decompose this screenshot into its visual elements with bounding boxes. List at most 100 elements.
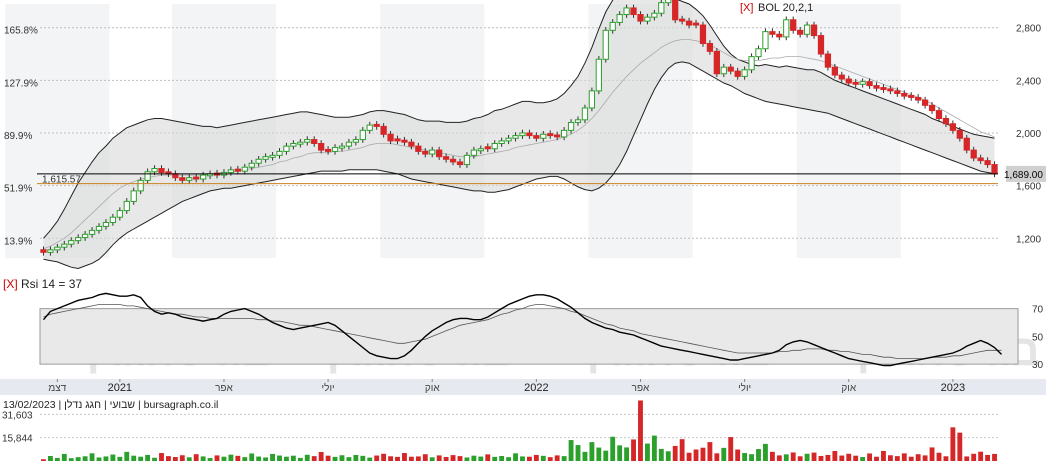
- volume-bar: [818, 455, 824, 461]
- volume-bar: [894, 456, 900, 461]
- volume-bar: [235, 455, 241, 461]
- candle-up: [581, 107, 589, 121]
- candle-down: [852, 81, 859, 85]
- volume-bar: [506, 457, 512, 461]
- volume-bar: [735, 449, 741, 461]
- candle-up: [609, 21, 616, 31]
- candle-down: [318, 143, 325, 151]
- candle-down: [928, 104, 936, 112]
- price-tick-label: 2,000: [1016, 129, 1041, 140]
- candle-up: [783, 19, 790, 38]
- volume-bar: [853, 455, 859, 461]
- rsi-close-button[interactable]: [X]: [3, 277, 18, 291]
- candle-up: [859, 81, 866, 85]
- volume-bar: [797, 456, 803, 461]
- volume-bar: [978, 451, 984, 461]
- candle-up: [665, 0, 672, 4]
- volume-bar: [311, 456, 317, 461]
- candle-up: [283, 145, 290, 152]
- candle-down: [790, 19, 797, 31]
- volume-bar: [693, 449, 699, 461]
- candle-up: [540, 133, 547, 139]
- volume-bar: [651, 435, 657, 461]
- candle-up: [54, 246, 61, 251]
- candle-down: [436, 149, 443, 158]
- candle-down: [387, 133, 394, 142]
- volume-bar: [457, 456, 463, 461]
- candle-up: [75, 237, 82, 242]
- candle-up: [463, 154, 471, 166]
- candle-down: [970, 149, 977, 159]
- volume-bar: [804, 453, 810, 461]
- volume-bar: [568, 440, 574, 461]
- candle-up: [109, 216, 117, 223]
- candle-down: [873, 85, 880, 89]
- volume-bar: [540, 455, 546, 461]
- volume-bar: [429, 457, 435, 461]
- candle-down: [554, 134, 561, 138]
- candle-down: [380, 125, 387, 135]
- volume-bar: [985, 454, 991, 461]
- candle-down: [672, 0, 679, 21]
- volume-bar: [644, 443, 650, 461]
- volume-bar: [582, 451, 588, 461]
- candle-up: [595, 58, 602, 92]
- pct-tick-label: 13.9%: [4, 236, 32, 247]
- candle-up: [290, 143, 297, 147]
- volume-bar: [957, 432, 963, 461]
- candle-down: [685, 20, 693, 26]
- candle-down: [991, 164, 998, 175]
- volume-bar: [811, 452, 817, 461]
- candle-down: [193, 176, 200, 180]
- volume-bar: [249, 453, 255, 461]
- volume-bar: [596, 447, 602, 461]
- rsi-tick-label: 50: [1032, 332, 1044, 343]
- candle-down: [678, 18, 686, 22]
- volume-bar: [318, 451, 324, 461]
- candle-up: [116, 210, 123, 218]
- candle-up: [429, 149, 436, 155]
- volume-bar: [943, 456, 949, 461]
- volume-bar: [485, 454, 491, 461]
- candle-up: [560, 129, 568, 138]
- volume-bar: [846, 453, 852, 461]
- candle-up: [269, 154, 276, 158]
- candle-down: [908, 94, 915, 98]
- candle-down: [637, 14, 644, 22]
- volume-bar: [624, 447, 630, 461]
- candle-up: [616, 14, 623, 23]
- candle-down: [442, 156, 450, 160]
- volume-bar: [679, 439, 685, 461]
- volume-bar: [415, 456, 421, 461]
- x-tick-label: יולי: [738, 382, 751, 394]
- volume-bar: [61, 453, 67, 461]
- x-tick-label: 2023: [941, 382, 965, 394]
- volume-bar: [159, 453, 164, 461]
- x-tick-label: אפר: [632, 383, 650, 394]
- pct-tick-label: 127.9%: [4, 78, 38, 89]
- candle-up: [123, 200, 130, 212]
- candle-up: [519, 132, 526, 137]
- rsi-band: [39, 308, 1019, 365]
- rsi-tick-label: 30: [1032, 360, 1044, 371]
- volume-bar: [131, 455, 137, 461]
- x-axis-strip: [0, 379, 1046, 395]
- footer-info: שבועי | חגג נדלן | 13/02/2023 | bursagra…: [3, 399, 218, 411]
- volume-bar: [443, 457, 449, 461]
- candle-down: [234, 168, 241, 172]
- volume-bar: [783, 454, 789, 461]
- volume-bar: [367, 457, 373, 461]
- candle-down: [311, 139, 318, 145]
- candle-down: [456, 161, 464, 166]
- volume-bar: [96, 457, 102, 461]
- volume-bar: [408, 456, 414, 461]
- volume-bar: [47, 455, 53, 461]
- candle-down: [415, 145, 422, 152]
- candle-down: [880, 87, 887, 91]
- candle-up: [199, 174, 207, 180]
- rsi-tick-label: 70: [1032, 305, 1044, 316]
- volume-bar: [971, 453, 977, 461]
- x-tick-label: יולי: [322, 382, 335, 394]
- candle-up: [297, 141, 304, 145]
- bollinger-close-button[interactable]: [X]: [740, 2, 753, 14]
